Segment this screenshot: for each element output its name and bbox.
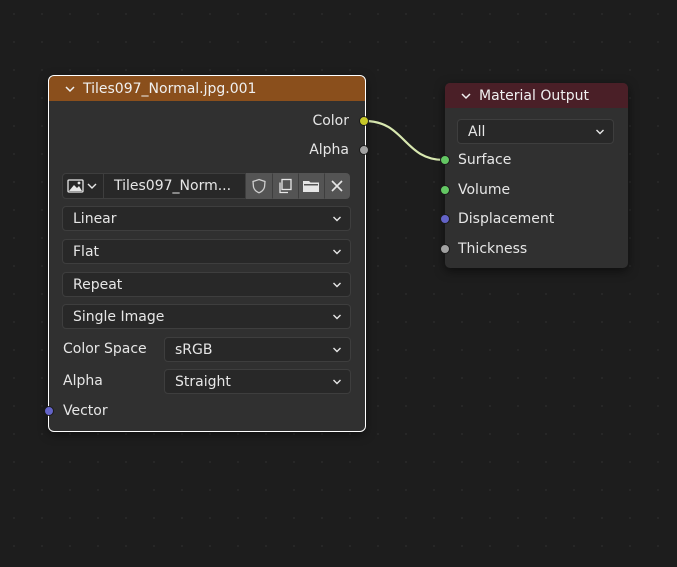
alpha-mode-label: Alpha — [63, 373, 103, 389]
image-name-field[interactable]: Tiles097_Norm... — [104, 173, 246, 199]
volume-input-label: Volume — [458, 182, 511, 198]
open-image-button[interactable] — [298, 173, 324, 199]
chevron-down-icon[interactable] — [459, 89, 473, 103]
volume-input-socket[interactable] — [440, 185, 450, 195]
color-space-label: Color Space — [63, 341, 147, 357]
node-header[interactable]: Material Output — [445, 83, 628, 108]
vector-input-socket[interactable] — [44, 406, 54, 416]
image-texture-node[interactable]: Tiles097_Normal.jpg.001 Color Alpha Tile… — [44, 75, 369, 432]
chevron-down-icon — [333, 216, 341, 222]
node-title: Material Output — [479, 87, 589, 104]
color-output-socket[interactable] — [359, 116, 369, 126]
thickness-input-label: Thickness — [458, 241, 528, 257]
chevron-down-icon — [596, 129, 604, 135]
source-dropdown[interactable]: Single Image — [62, 304, 351, 329]
node-header[interactable]: Tiles097_Normal.jpg.001 — [49, 76, 365, 101]
fake-user-button[interactable] — [246, 173, 272, 199]
close-icon — [331, 180, 343, 192]
displacement-input-socket[interactable] — [440, 214, 450, 224]
displacement-input-label: Displacement — [458, 211, 555, 227]
folder-icon — [303, 181, 319, 192]
shield-icon — [252, 178, 266, 194]
output-color-label: Color — [312, 113, 349, 129]
output-alpha-label: Alpha — [309, 142, 349, 158]
node-title: Tiles097_Normal.jpg.001 — [83, 80, 257, 97]
image-name: Tiles097_Norm... — [114, 178, 232, 194]
surface-input-label: Surface — [458, 152, 512, 168]
alpha-mode-value: Straight — [175, 373, 231, 390]
image-icon — [67, 179, 97, 193]
alpha-mode-dropdown[interactable]: Straight — [164, 369, 351, 394]
target-value: All — [468, 123, 486, 140]
thickness-input-socket[interactable] — [440, 244, 450, 254]
alpha-output-socket[interactable] — [359, 145, 369, 155]
source-value: Single Image — [73, 308, 165, 325]
material-output-node[interactable]: Material Output All Surface Volume Displ… — [440, 83, 628, 268]
projection-dropdown[interactable]: Flat — [62, 239, 351, 264]
interpolation-dropdown[interactable]: Linear — [62, 206, 351, 231]
chevron-down-icon[interactable] — [63, 82, 77, 96]
duplicate-icon — [279, 178, 292, 194]
chevron-down-icon — [333, 314, 341, 320]
projection-value: Flat — [73, 243, 100, 260]
surface-input-socket[interactable] — [440, 155, 450, 165]
extension-dropdown[interactable]: Repeat — [62, 272, 351, 297]
interpolation-value: Linear — [73, 210, 117, 227]
chevron-down-icon — [333, 249, 341, 255]
image-browse-button[interactable] — [62, 173, 104, 199]
duplicate-image-button[interactable] — [272, 173, 298, 199]
unlink-image-button[interactable] — [324, 173, 350, 199]
chevron-down-icon — [333, 282, 341, 288]
color-space-dropdown[interactable]: sRGB — [164, 337, 351, 362]
image-selector: Tiles097_Norm... — [62, 173, 351, 199]
chevron-down-icon — [333, 347, 341, 353]
color-space-value: sRGB — [175, 341, 213, 358]
extension-value: Repeat — [73, 276, 123, 293]
target-dropdown[interactable]: All — [457, 119, 614, 144]
chevron-down-icon — [333, 379, 341, 385]
vector-input-label: Vector — [63, 403, 108, 419]
